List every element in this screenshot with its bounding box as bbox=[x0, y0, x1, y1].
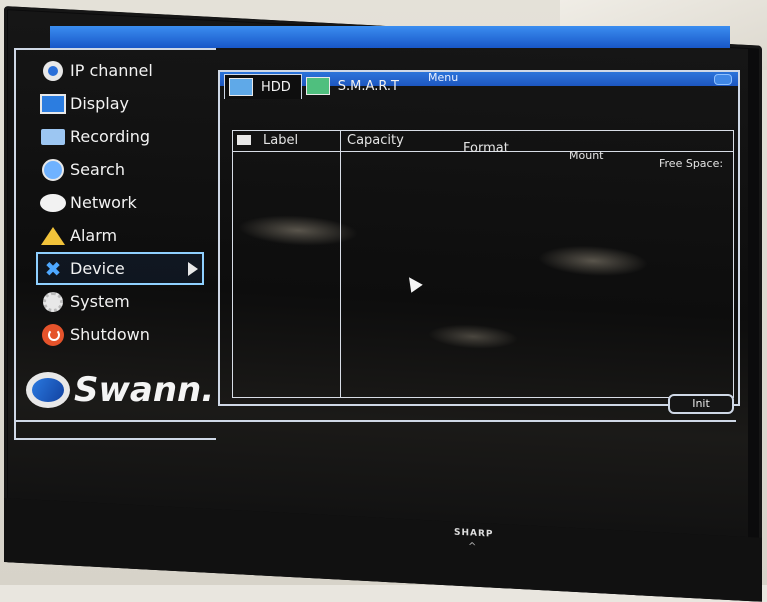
sidebar-item-label: IP channel bbox=[70, 61, 153, 80]
column-divider bbox=[340, 131, 341, 397]
hdd-icon bbox=[229, 78, 253, 96]
column-mount: Mount bbox=[569, 149, 604, 162]
tv-indicator: ^ bbox=[468, 541, 477, 553]
sidebar-item-label: Recording bbox=[70, 127, 151, 146]
smart-icon bbox=[305, 77, 330, 95]
sidebar-item-device[interactable]: ✖ Device bbox=[36, 252, 204, 285]
sidebar-item-search[interactable]: Search bbox=[40, 153, 210, 186]
sidebar-item-system[interactable]: System bbox=[40, 285, 210, 318]
panel-title: Menu bbox=[428, 71, 459, 84]
sidebar-item-label: Shutdown bbox=[70, 325, 150, 344]
sidebar-item-display[interactable]: Display bbox=[40, 87, 210, 120]
column-label: Label bbox=[263, 133, 299, 148]
sidebar-item-shutdown[interactable]: Shutdown bbox=[40, 318, 210, 351]
submenu-arrow-icon bbox=[188, 262, 198, 276]
search-icon bbox=[40, 158, 66, 181]
recording-icon bbox=[40, 128, 66, 146]
alarm-icon bbox=[40, 226, 66, 245]
logo-text: Swann. bbox=[74, 370, 215, 410]
sidebar-item-label: Alarm bbox=[70, 226, 118, 245]
tab-hdd[interactable]: HDD bbox=[224, 74, 302, 99]
gear-icon bbox=[40, 291, 66, 312]
close-icon[interactable] bbox=[714, 74, 732, 85]
tab-bar: HDD S.M.A.R.T bbox=[224, 74, 409, 99]
column-capacity: Capacity bbox=[347, 133, 404, 148]
sidebar-item-label: Display bbox=[70, 94, 129, 113]
column-format: Format bbox=[463, 141, 509, 156]
menu-bottom-border bbox=[14, 420, 736, 422]
column-free-space: Free Space: bbox=[659, 157, 724, 170]
tab-smart[interactable]: S.M.A.R.T bbox=[302, 74, 409, 98]
sidebar-item-recording[interactable]: Recording bbox=[40, 120, 210, 153]
sidebar-item-ip-channel[interactable]: IP channel bbox=[40, 54, 210, 87]
init-button[interactable]: Init bbox=[668, 394, 734, 414]
network-icon bbox=[40, 193, 66, 212]
ip-camera-icon bbox=[40, 60, 66, 81]
device-icon: ✖ bbox=[44, 256, 62, 281]
sidebar-item-network[interactable]: Network bbox=[40, 186, 210, 219]
sidebar-item-label: Network bbox=[70, 193, 137, 212]
tab-label: S.M.A.R.T bbox=[337, 78, 399, 94]
tab-label: HDD bbox=[261, 79, 291, 95]
sidebar-item-label: System bbox=[70, 292, 130, 311]
top-title-bar bbox=[50, 26, 730, 48]
sidebar-item-alarm[interactable]: Alarm bbox=[40, 219, 210, 252]
sidebar-item-label: Search bbox=[70, 160, 125, 179]
table-header: Label Capacity Format Mount Free Space: bbox=[233, 131, 733, 170]
select-all-checkbox[interactable] bbox=[237, 135, 251, 145]
power-icon bbox=[40, 323, 66, 346]
menu-panel: Menu HDD S.M.A.R.T Label Capacity Format… bbox=[218, 70, 740, 406]
sidebar-menu: IP channel Display Recording Search Netw… bbox=[36, 54, 210, 351]
display-icon bbox=[40, 93, 66, 114]
tv-brand: SHARP bbox=[454, 527, 494, 540]
swann-logo-icon bbox=[26, 372, 70, 408]
sidebar-item-label: Device bbox=[70, 259, 125, 278]
hdd-table: Label Capacity Format Mount Free Space: bbox=[232, 130, 734, 398]
swann-logo: Swann. bbox=[26, 370, 214, 410]
